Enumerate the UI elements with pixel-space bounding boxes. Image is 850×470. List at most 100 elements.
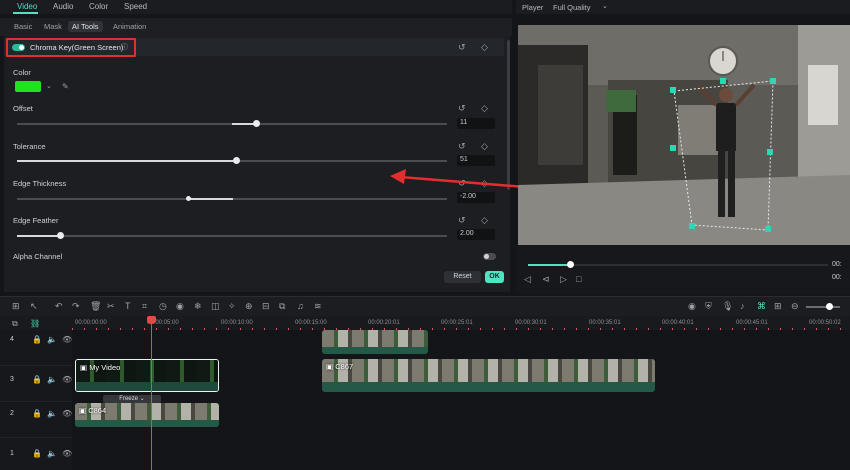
- chevron-down-icon[interactable]: ⌄: [46, 82, 52, 91]
- reset-button[interactable]: Reset: [444, 271, 481, 283]
- mask-icon[interactable]: ◫: [211, 302, 220, 311]
- link-icon[interactable]: ⛓: [30, 319, 40, 328]
- info-icon[interactable]: ⓘ: [121, 43, 128, 52]
- color-wheel-icon[interactable]: ◉: [176, 302, 184, 311]
- clip-c864[interactable]: ▣ C864: [75, 403, 219, 427]
- subtab-mask[interactable]: Mask: [40, 21, 66, 32]
- cut-icon[interactable]: ✂: [107, 302, 115, 311]
- render-icon[interactable]: ◉: [688, 302, 696, 311]
- edge-feather-value[interactable]: 2.00: [457, 229, 495, 240]
- color-label: Color: [13, 68, 31, 77]
- track-number: 2: [10, 410, 14, 417]
- speaker-icon[interactable]: 🔈: [47, 335, 57, 344]
- ai-icon[interactable]: ✧: [228, 302, 236, 311]
- split-icon[interactable]: ⊟: [262, 302, 270, 311]
- subtitle-icon[interactable]: ⧉: [279, 302, 285, 311]
- edge-feather-reset-icon[interactable]: ↺: [458, 216, 466, 225]
- chroma-key-toggle[interactable]: [12, 44, 25, 51]
- marker-icon[interactable]: ⊞: [774, 302, 782, 311]
- play-icon[interactable]: ▷: [560, 275, 567, 284]
- current-time: 00:: [832, 261, 842, 268]
- playback-knob[interactable]: [567, 261, 574, 268]
- eyedropper-icon[interactable]: ✎: [62, 82, 69, 91]
- tab-color[interactable]: Color: [89, 2, 108, 11]
- tab-video[interactable]: Video: [17, 2, 37, 11]
- lock-icon[interactable]: 🔒: [32, 409, 42, 418]
- lock-icon[interactable]: 🔒: [32, 449, 42, 458]
- eye-icon[interactable]: 👁: [62, 335, 72, 344]
- eye-icon[interactable]: 👁: [62, 449, 72, 458]
- color-swatch[interactable]: [15, 81, 41, 92]
- player-header: Player Full Quality ⌄: [516, 0, 850, 14]
- stop-icon[interactable]: □: [576, 275, 581, 284]
- motion-icon[interactable]: ⊕: [245, 302, 253, 311]
- edge-feather-keyframe-icon[interactable]: ◇: [481, 216, 488, 225]
- tolerance-slider-knob[interactable]: [233, 157, 240, 164]
- ruler-tick: 00:00:50:02: [809, 320, 841, 326]
- offset-slider-knob[interactable]: [253, 120, 260, 127]
- add-track-icon[interactable]: ⧉: [12, 319, 18, 328]
- clip-c867[interactable]: ▣ C867: [322, 359, 655, 392]
- crop-icon[interactable]: ⌗: [142, 302, 147, 311]
- track-header-4: 4 🔒 🔈 👁: [0, 330, 72, 366]
- offset-reset-icon[interactable]: ↺: [458, 104, 466, 113]
- eye-icon[interactable]: 👁: [62, 409, 72, 418]
- tab-audio[interactable]: Audio: [53, 2, 73, 11]
- edge-thickness-label: Edge Thickness: [13, 179, 67, 188]
- select-tool-icon[interactable]: ↖: [30, 302, 38, 311]
- delete-icon[interactable]: 🗑: [90, 302, 101, 311]
- step-back-icon[interactable]: ⊲: [542, 275, 550, 284]
- edge-thickness-slider-knob[interactable]: [186, 196, 191, 201]
- tolerance-reset-icon[interactable]: ↺: [458, 142, 466, 151]
- quality-select[interactable]: Full Quality: [553, 3, 591, 12]
- timeline-ruler[interactable]: ⧉ ⛓ 00:00:00:00 00:00:05:00 00:00:10:00 …: [0, 316, 850, 330]
- track-header-2: 2 🔒 🔈 👁: [0, 402, 72, 438]
- zoom-slider-knob[interactable]: [826, 303, 833, 310]
- tolerance-label: Tolerance: [13, 142, 46, 151]
- audio-stretch-icon[interactable]: ♫: [297, 302, 304, 311]
- subtab-basic[interactable]: Basic: [10, 21, 36, 32]
- redo-icon[interactable]: ↷: [72, 302, 80, 311]
- lock-icon[interactable]: 🔒: [32, 335, 42, 344]
- clip-my-video[interactable]: ▣ My Video: [75, 359, 219, 392]
- lock-icon[interactable]: 🔒: [32, 375, 42, 384]
- clip-waveform: [322, 346, 428, 354]
- ok-button[interactable]: OK: [485, 271, 504, 283]
- eye-icon[interactable]: 👁: [62, 375, 72, 384]
- tab-speed[interactable]: Speed: [124, 2, 147, 11]
- text-icon[interactable]: T: [125, 302, 131, 311]
- subtab-ai-tools[interactable]: AI Tools: [68, 21, 103, 32]
- prev-frame-icon[interactable]: ◁: [524, 275, 531, 284]
- speaker-icon[interactable]: 🔈: [47, 449, 57, 458]
- edge-feather-slider-knob[interactable]: [57, 232, 64, 239]
- preview-scene: [518, 25, 850, 245]
- voice-icon[interactable]: ♪: [740, 302, 745, 311]
- alpha-channel-toggle[interactable]: [483, 253, 496, 260]
- offset-value[interactable]: 11: [457, 118, 495, 129]
- playhead-line[interactable]: [151, 316, 152, 470]
- keyframe-diamond-icon[interactable]: ◇: [481, 43, 488, 52]
- tolerance-keyframe-icon[interactable]: ◇: [481, 142, 488, 151]
- freeze-icon[interactable]: ❄: [194, 302, 202, 311]
- freeze-marker[interactable]: Freeze ⌄: [103, 395, 161, 403]
- shield-icon[interactable]: ⛨: [705, 302, 712, 311]
- reset-icon[interactable]: ↺: [458, 43, 466, 52]
- offset-keyframe-icon[interactable]: ◇: [481, 104, 488, 113]
- layout-icon[interactable]: ⊞: [12, 302, 20, 311]
- speaker-icon[interactable]: 🔈: [47, 409, 57, 418]
- snap-icon[interactable]: ⌘: [757, 302, 766, 311]
- zoom-slider[interactable]: [806, 306, 840, 308]
- subtab-animation[interactable]: Animation: [109, 21, 150, 32]
- edge-feather-slider[interactable]: [17, 235, 447, 237]
- waveform-icon[interactable]: ≋: [314, 302, 322, 311]
- microphone-icon[interactable]: 🎙: [722, 302, 733, 311]
- quality-chevron-icon[interactable]: ⌄: [602, 2, 608, 10]
- speaker-icon[interactable]: 🔈: [47, 375, 57, 384]
- zoom-out-icon[interactable]: ⊖: [791, 302, 799, 311]
- clip-track4[interactable]: [322, 330, 428, 354]
- playhead-handle[interactable]: [147, 316, 156, 324]
- speed-icon[interactable]: ◷: [159, 302, 167, 311]
- undo-icon[interactable]: ↶: [55, 302, 63, 311]
- sub-tab-bar: Basic Mask AI Tools Animation: [0, 18, 512, 36]
- video-preview[interactable]: [518, 25, 850, 245]
